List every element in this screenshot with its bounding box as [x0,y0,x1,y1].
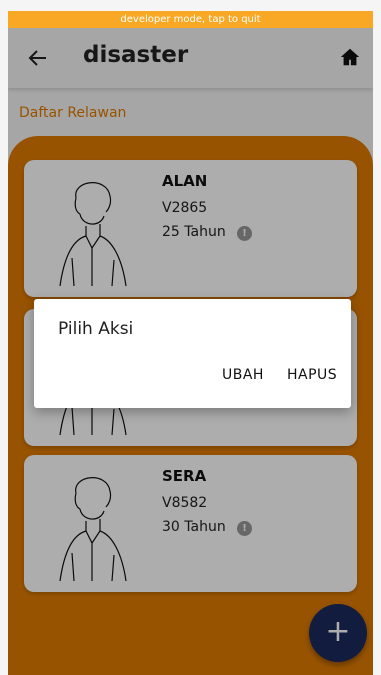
dialog-title: Pilih Aksi [58,319,134,339]
app-screen: disaster Daftar Relawan ALAN V2865 25 Ta… [8,28,373,675]
edit-button[interactable]: UBAH [222,367,264,383]
action-dialog: Pilih Aksi UBAH HAPUS [34,299,351,408]
delete-button[interactable]: HAPUS [287,367,337,383]
developer-mode-banner[interactable]: developer mode, tap to quit [8,11,373,28]
